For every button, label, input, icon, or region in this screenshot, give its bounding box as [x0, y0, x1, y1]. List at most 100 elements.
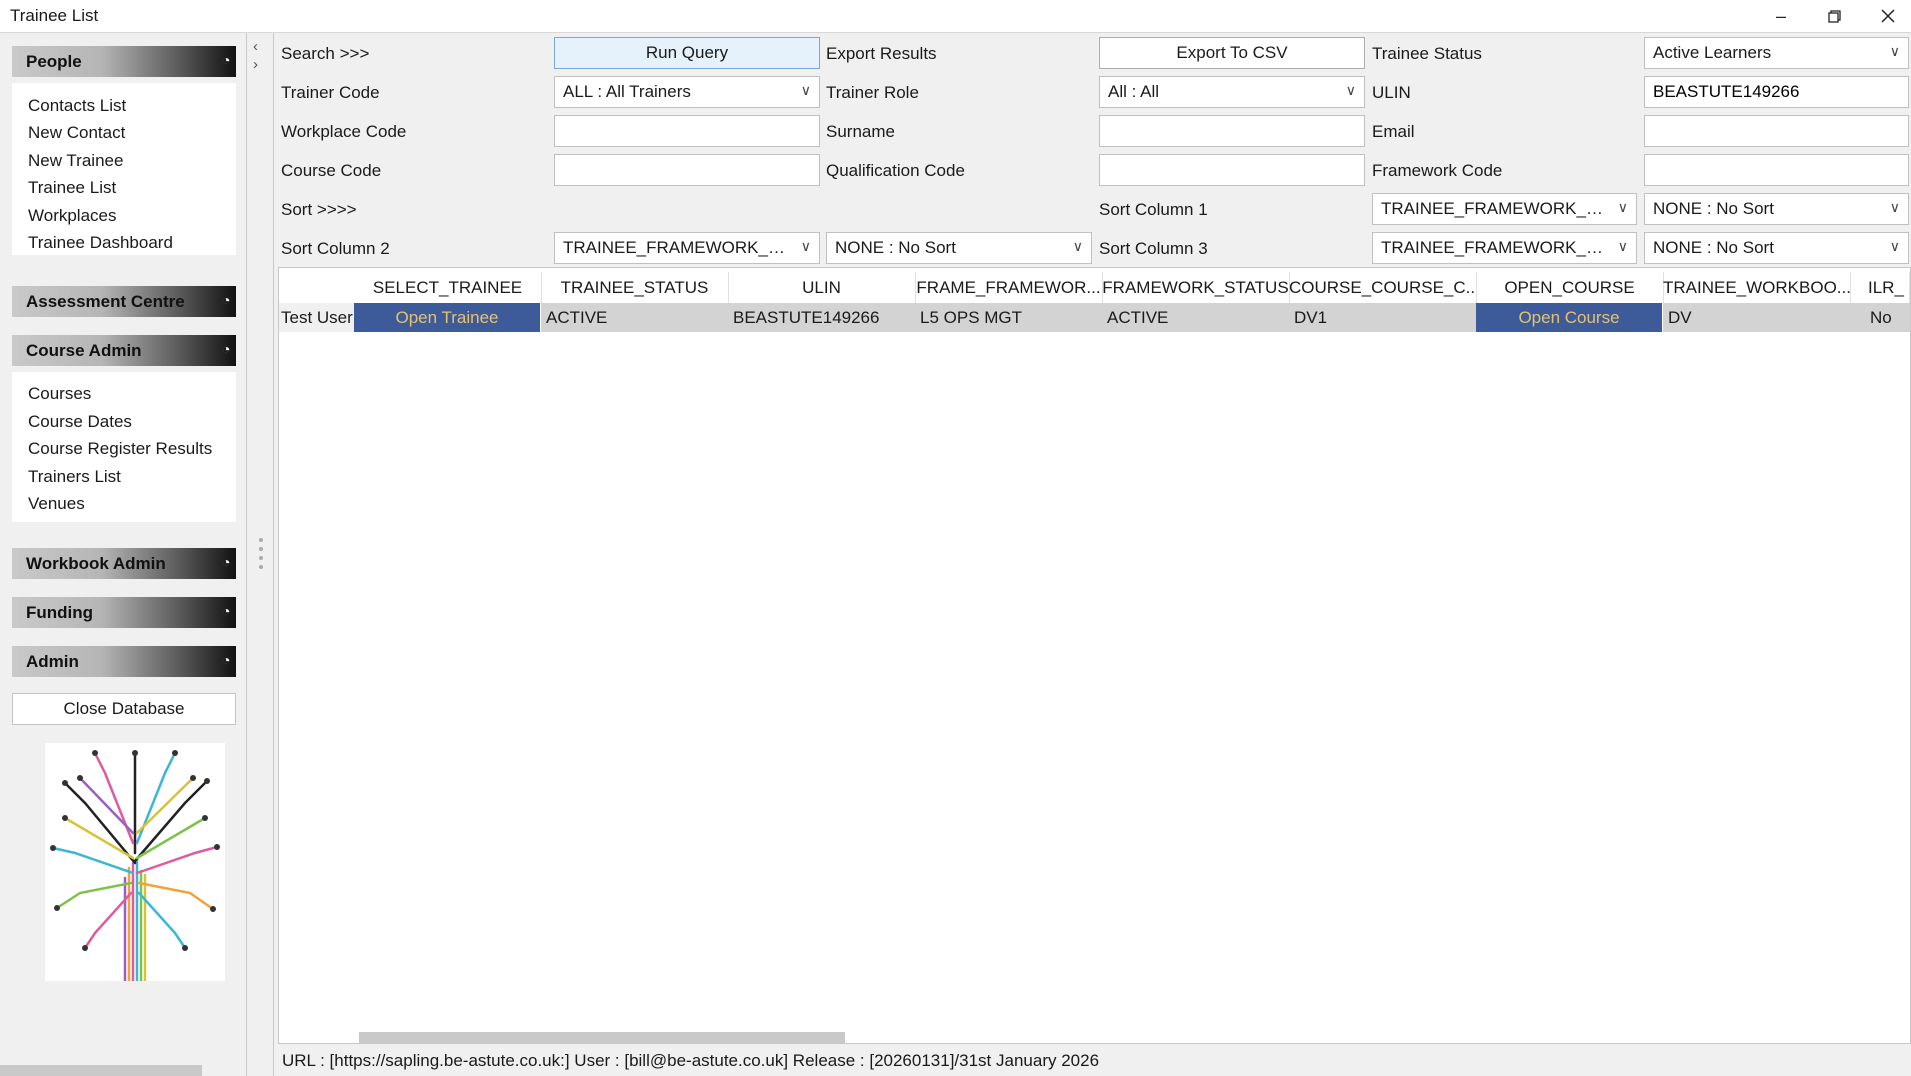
open-course-button[interactable]: Open Course [1476, 303, 1662, 332]
chevron-left-icon[interactable]: ‹ [253, 38, 258, 56]
section-header-workbook-admin[interactable]: Workbook Admin ◔ [12, 548, 236, 579]
column-header[interactable]: TRAINEE_WORKBOO... [1663, 272, 1851, 303]
trainer-code-select[interactable]: ALL : All Trainers ∨ [554, 76, 820, 108]
section-header-assessment-centre[interactable]: Assessment Centre ◔ [12, 286, 236, 317]
chevron-down-icon[interactable]: ◔ [222, 603, 238, 621]
email-label: Email [1372, 122, 1415, 141]
sort-column-2-field-select[interactable]: TRAINEE_FRAMEWORK_R... ∨ [554, 232, 820, 264]
row-header[interactable]: Test User [279, 303, 354, 332]
minimize-icon[interactable]: – [1758, 0, 1804, 32]
sort-column-1-order-select[interactable]: NONE : No Sort ∨ [1644, 193, 1909, 225]
trainee-status-select[interactable]: Active Learners ∨ [1644, 37, 1909, 69]
column-header[interactable]: OPEN_COURSE [1476, 272, 1664, 303]
sort-column-3-order-select[interactable]: NONE : No Sort ∨ [1644, 232, 1909, 264]
column-header[interactable]: FRAME_FRAMEWOR... [915, 272, 1103, 303]
qualification-code-field[interactable] [1108, 160, 1356, 180]
sidebar-item-course-dates[interactable]: Course Dates [28, 412, 132, 432]
export-csv-button[interactable]: Export To CSV [1099, 37, 1365, 69]
section-label: Admin [26, 651, 79, 671]
sidebar-item-trainee-dashboard[interactable]: Trainee Dashboard [28, 233, 173, 253]
ulin-input[interactable] [1644, 76, 1909, 108]
chevron-down-icon: ∨ [1889, 238, 1900, 254]
sidebar-item-trainers-list[interactable]: Trainers List [28, 467, 121, 487]
chevron-down-icon: ∨ [1072, 238, 1083, 254]
sort-column-2-label: Sort Column 2 [281, 239, 390, 258]
section-header-people[interactable]: People ◔ [12, 46, 236, 77]
sidebar-item-course-register-results[interactable]: Course Register Results [28, 439, 212, 459]
table-row[interactable]: Test User Open Trainee ACTIVE BEASTUTE14… [279, 303, 1910, 332]
section-label: Assessment Centre [26, 291, 185, 311]
sidebar: People ◔ Contacts List New Contact New T… [0, 33, 247, 1076]
framework-code-field[interactable] [1653, 160, 1900, 180]
chevron-down-icon: ∨ [800, 238, 811, 254]
sort-column-2-order-select[interactable]: NONE : No Sort ∨ [826, 232, 1092, 264]
qualification-code-label: Qualification Code [826, 161, 965, 180]
open-trainee-button[interactable]: Open Trainee [354, 303, 540, 332]
sidebar-item-workplaces[interactable]: Workplaces [28, 206, 117, 226]
cell-trainee-status[interactable]: ACTIVE [541, 303, 728, 332]
splitter-grip[interactable] [259, 538, 263, 574]
grid-horizontal-scrollbar[interactable] [359, 1032, 845, 1043]
framework-code-input[interactable] [1644, 154, 1909, 186]
sidebar-item-new-contact[interactable]: New Contact [28, 123, 125, 143]
tree-logo [45, 743, 225, 983]
chevron-down-icon: ∨ [1617, 238, 1628, 254]
trainee-status-label: Trainee Status [1372, 44, 1482, 63]
trainer-role-label: Trainer Role [826, 83, 919, 102]
cell-framework[interactable]: L5 OPS MGT [915, 303, 1102, 332]
run-query-button[interactable]: Run Query [554, 37, 820, 69]
qualification-code-input[interactable] [1099, 154, 1365, 186]
surname-field[interactable] [1108, 121, 1356, 141]
section-label: Funding [26, 602, 94, 622]
column-header[interactable]: ILR_ [1850, 272, 1910, 303]
surname-input[interactable] [1099, 115, 1365, 147]
email-input[interactable] [1644, 115, 1909, 147]
course-code-field[interactable] [563, 160, 811, 180]
workplace-code-field[interactable] [563, 121, 811, 141]
sort-column-1-field-select[interactable]: TRAINEE_FRAMEWORK_R... ∨ [1372, 193, 1637, 225]
column-header[interactable]: TRAINEE_STATUS [541, 272, 729, 303]
column-header[interactable]: ULIN [728, 272, 916, 303]
section-label: Course Admin [26, 340, 142, 360]
course-admin-panel: Courses Course Dates Course Register Res… [12, 372, 236, 522]
framework-code-label: Framework Code [1372, 161, 1503, 180]
chevron-right-icon[interactable]: › [253, 56, 258, 74]
chevron-down-icon[interactable]: ◔ [222, 554, 238, 572]
trainer-role-select[interactable]: All : All ∨ [1099, 76, 1365, 108]
sort-column-3-field-select[interactable]: TRAINEE_FRAMEWORK_R... ∨ [1372, 232, 1637, 264]
column-header[interactable]: COURSE_COURSE_C... [1289, 272, 1477, 303]
chevron-up-icon[interactable]: ◔ [222, 341, 238, 359]
section-header-funding[interactable]: Funding ◔ [12, 597, 236, 628]
ulin-input-field[interactable] [1653, 82, 1900, 102]
close-icon[interactable] [1865, 0, 1911, 32]
column-header[interactable]: SELECT_TRAINEE [354, 272, 542, 303]
chevron-down-icon[interactable]: ◔ [222, 292, 238, 310]
workplace-code-label: Workplace Code [281, 122, 407, 141]
sidebar-item-venues[interactable]: Venues [28, 494, 85, 514]
sidebar-item-courses[interactable]: Courses [28, 384, 91, 404]
email-field[interactable] [1653, 121, 1900, 141]
cell-ilr[interactable]: No [1850, 303, 1910, 332]
cell-trainee-workbook[interactable]: DV [1663, 303, 1850, 332]
sidebar-item-contacts-list[interactable]: Contacts List [28, 96, 126, 116]
sort-label: Sort >>>> [281, 200, 357, 219]
grid-header: SELECT_TRAINEE TRAINEE_STATUS ULIN FRAME… [279, 268, 1910, 303]
sidebar-item-trainee-list[interactable]: Trainee List [28, 178, 116, 198]
chevron-up-icon[interactable]: ◔ [222, 52, 238, 70]
course-code-input[interactable] [554, 154, 820, 186]
cell-course-code[interactable]: DV1 [1289, 303, 1476, 332]
chevron-down-icon[interactable]: ◔ [222, 652, 238, 670]
section-header-course-admin[interactable]: Course Admin ◔ [12, 335, 236, 366]
chevron-down-icon: ∨ [800, 82, 811, 98]
sidebar-scrollbar[interactable] [0, 1065, 202, 1076]
section-header-admin[interactable]: Admin ◔ [12, 646, 236, 677]
workplace-code-input[interactable] [554, 115, 820, 147]
cell-ulin[interactable]: BEASTUTE149266 [728, 303, 915, 332]
cell-framework-status[interactable]: ACTIVE [1102, 303, 1289, 332]
splitter-arrows[interactable]: ‹ › [253, 38, 258, 74]
sidebar-item-new-trainee[interactable]: New Trainee [28, 151, 123, 171]
restore-icon[interactable] [1811, 0, 1857, 32]
close-database-button[interactable]: Close Database [12, 693, 236, 725]
column-header[interactable]: FRAMEWORK_STATUS [1102, 272, 1290, 303]
sort-column-3-label: Sort Column 3 [1099, 239, 1208, 258]
